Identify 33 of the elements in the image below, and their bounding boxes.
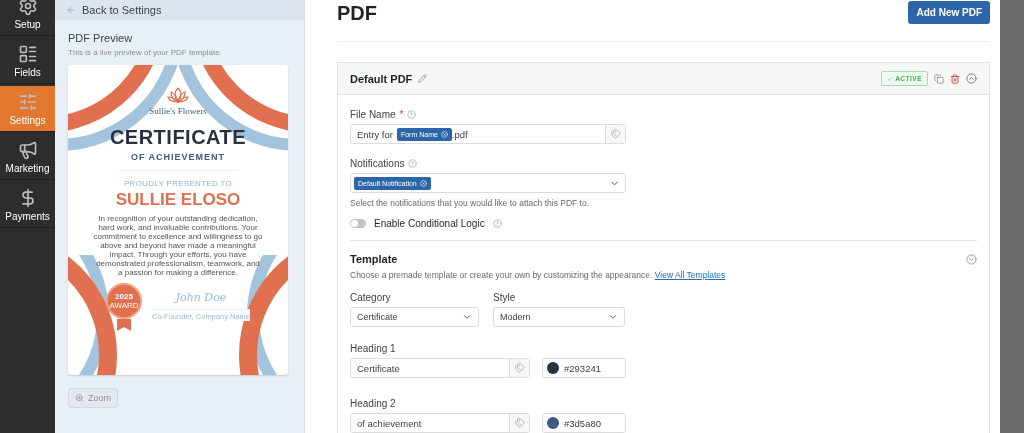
field-label: Style	[493, 292, 516, 303]
panel-title: PDF Preview	[68, 32, 134, 44]
page-title: PDF	[337, 2, 377, 25]
card-title: Default PDF	[350, 72, 413, 85]
required-mark: *	[399, 109, 404, 120]
field-label: Notifications	[350, 158, 405, 169]
signature: John Doe	[175, 291, 227, 304]
field-label: Category	[350, 292, 391, 303]
certificate-body: In recognition of your outstanding dedication, hard work, and invaluable contributions. Your commitment to excellence and willingness to go above and beyond have made a meaningful impact. Through your efforts, you have demonstrated professionalism, teamwork, and a passion for making a difference.	[93, 214, 263, 277]
brand-name: Sullie's Flowers	[149, 106, 207, 116]
help-text: Select the notifications that you would like to attach this PDF to.	[350, 198, 591, 208]
field-label: Heading 2	[350, 398, 396, 409]
field-label: Heading 1	[350, 343, 396, 354]
field-label: File Name	[350, 109, 396, 120]
color-field[interactable]: #293241	[542, 358, 626, 378]
back-link[interactable]: Back to Settings	[82, 4, 162, 16]
sidebar-item[interactable]: Setup	[0, 0, 55, 36]
award-badge: 2025 AWARD	[106, 283, 142, 319]
color-field[interactable]: #3d5a80	[542, 413, 626, 433]
style-select[interactable]: Modern	[493, 307, 625, 327]
panel-description: This is a live preview of your PDF template.	[68, 48, 223, 57]
heading-field[interactable]: Certificate	[350, 358, 530, 378]
view-all-templates-link[interactable]: View All Templates	[654, 270, 726, 280]
presented-label: PROUDLY PRESENTED TO	[123, 179, 233, 188]
certificate-heading: CERTIFICATE	[109, 126, 247, 149]
add-new-pdf-button[interactable]: Add New PDF	[908, 1, 990, 24]
toggle-label: Enable Conditional Logic	[374, 218, 485, 229]
section-description: Choose a premade template or create your own by customizing the appearance. View All Templates	[350, 270, 727, 280]
section-title: Template	[350, 253, 398, 265]
certificate-subheading: OF ACHIEVEMENT	[130, 152, 226, 162]
category-select[interactable]: Certificate	[350, 307, 479, 327]
recipient-name: SULLIE ELOSO	[115, 190, 241, 210]
heading-field[interactable]: of achievement	[350, 413, 530, 433]
